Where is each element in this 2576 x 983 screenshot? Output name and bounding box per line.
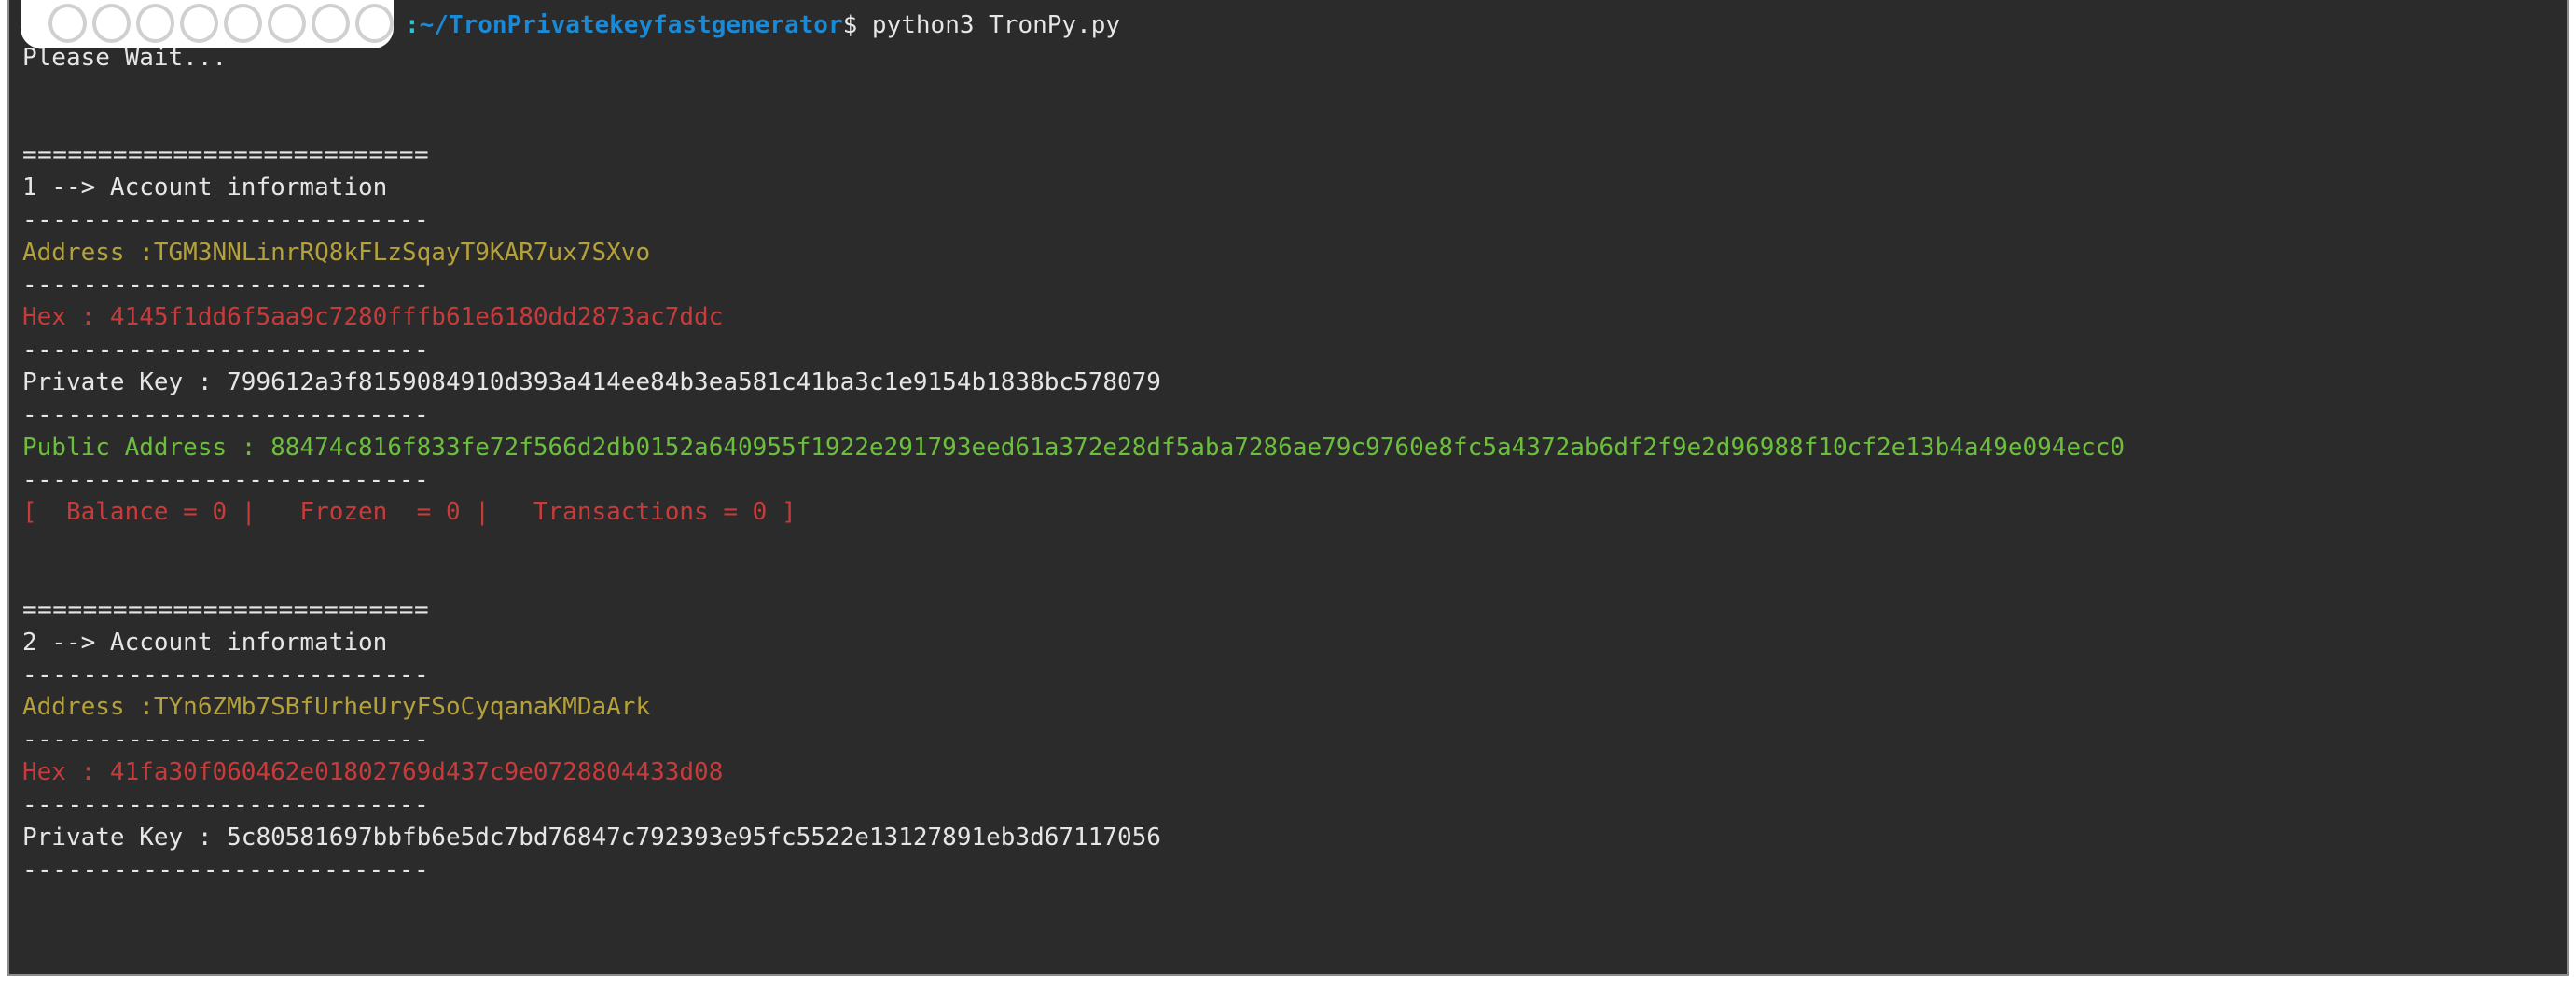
address-line: Address :TYn6ZMb7SBfUrheUryFSoCyqanaKMDa… [22, 691, 2554, 724]
redaction-circle [268, 4, 306, 43]
divider-equals: =========================== [22, 139, 2554, 172]
divider-dashes: --------------------------- [22, 334, 2554, 367]
private-key-line: Private Key : 799612a3f8159084910d393a41… [22, 367, 2554, 399]
divider-dashes: --------------------------- [22, 399, 2554, 432]
terminal-window[interactable]: :~/TronPrivatekeyfastgenerator$ python3 … [7, 0, 2569, 976]
wait-line: Please Wait... [22, 42, 2554, 75]
prompt-separator: : [405, 11, 420, 39]
divider-dashes: --------------------------- [22, 270, 2554, 302]
public-address-line: Public Address : 88474c816f833fe72f566d2… [22, 432, 2554, 464]
divider-dashes: --------------------------- [22, 659, 2554, 692]
divider-dashes: --------------------------- [22, 789, 2554, 822]
redaction-circle [312, 4, 350, 43]
redaction-circle [180, 4, 218, 43]
divider-dashes: --------------------------- [22, 854, 2554, 887]
account-header: 2 --> Account information [22, 627, 2554, 659]
divider-equals: =========================== [22, 594, 2554, 627]
redaction-circle [48, 4, 87, 43]
redaction-circle [92, 4, 131, 43]
account-header: 1 --> Account information [22, 172, 2554, 204]
prompt-cwd: ~/TronPrivatekeyfastgenerator [420, 11, 843, 39]
redaction-circle [355, 4, 394, 43]
private-key-line: Private Key : 5c80581697bbfb6e5dc7bd7684… [22, 822, 2554, 854]
prompt-line: :~/TronPrivatekeyfastgenerator$ python3 … [405, 9, 2554, 42]
redaction-circle [136, 4, 174, 43]
redaction-overlay [21, 0, 394, 48]
hex-line: Hex : 4145f1dd6f5aa9c7280fffb61e6180dd28… [22, 301, 2554, 334]
stats-line: [ Balance = 0 | Frozen = 0 | Transaction… [22, 496, 2554, 529]
hex-line: Hex : 41fa30f060462e01802769d437c9e07288… [22, 756, 2554, 789]
redaction-circle [224, 4, 262, 43]
prompt-command: python3 TronPy.py [872, 11, 1120, 39]
divider-dashes: --------------------------- [22, 204, 2554, 237]
prompt-dollar: $ [843, 11, 858, 39]
address-line: Address :TGM3NNLinrRQ8kFLzSqayT9KAR7ux7S… [22, 237, 2554, 270]
divider-dashes: --------------------------- [22, 724, 2554, 756]
divider-dashes: --------------------------- [22, 464, 2554, 497]
